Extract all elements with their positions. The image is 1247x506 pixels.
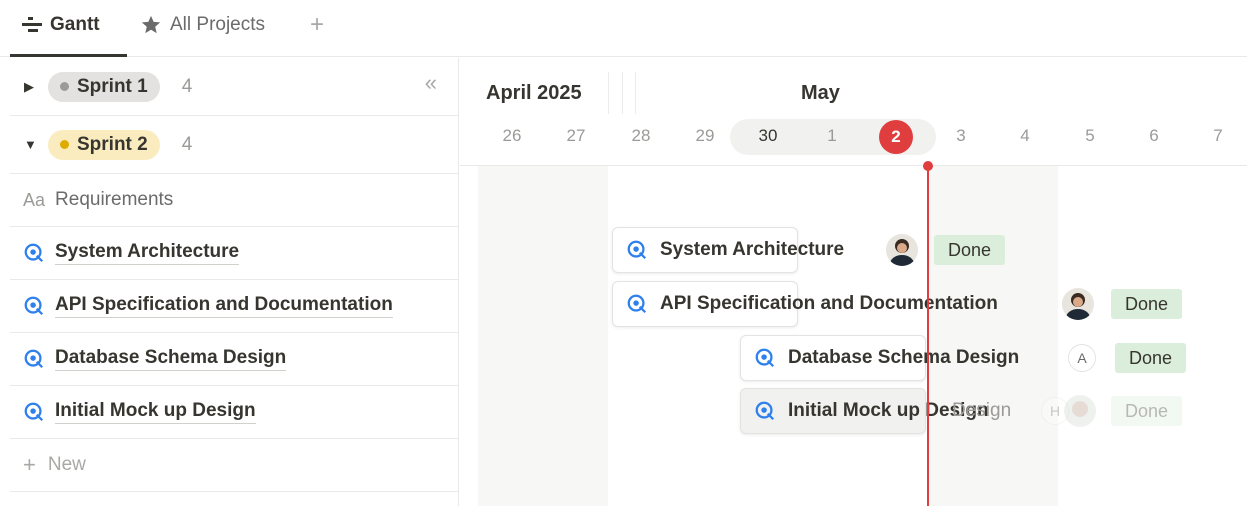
caret-down-icon[interactable]: ▼ [24,137,38,152]
month-label: April 2025 [486,82,582,104]
day-label: 27 [566,126,586,145]
column-header-requirements[interactable]: Aa Requirements [10,174,459,227]
status-badge: Done [1115,343,1187,373]
scroll-handle[interactable] [608,72,636,114]
group-pill: Sprint 2 [48,129,160,160]
gantt-bar-label: Database Schema Design [754,335,1019,381]
avatar[interactable]: A [1068,344,1096,372]
day-label: 6 [1149,126,1159,145]
weekend-shade [478,166,608,506]
day-label: 30 [758,126,778,145]
tab-all-projects[interactable]: All Projects [140,10,265,40]
day-label: 29 [695,126,715,145]
avatar [1064,395,1096,427]
today-line [927,166,929,506]
task-sync-icon [23,242,45,264]
status-dot-icon [60,82,69,91]
day-label: 4 [1020,126,1030,145]
plus-icon: + [23,452,36,477]
tab-gantt[interactable]: Gantt [22,10,100,40]
day-label: 5 [1085,126,1095,145]
group-sprint-2[interactable]: ▼ Sprint 2 4 [10,116,459,174]
day-label: 1 [827,126,837,145]
task-sync-icon [23,401,45,423]
day-label: 7 [1213,126,1223,145]
active-tab-indicator [10,54,127,57]
gantt-bar-title: API Specification and Documentation [660,293,998,314]
task-sync-icon [626,239,648,261]
gantt-icon [22,16,42,34]
task-sync-icon [754,400,776,422]
month-label: May [801,82,840,104]
new-row-label: New [47,454,86,475]
day-label: 3 [956,126,966,145]
status-badge: Done [934,235,1006,265]
task-sync-icon [23,348,45,370]
drag-ghost-label: Design [952,400,1012,421]
gantt-bar-label: System Architecture [626,227,844,273]
group-pill: Sprint 1 [48,71,160,102]
status-badge: Done [1111,289,1183,319]
tab-gantt-label: Gantt [50,14,100,35]
group-label: Sprint 1 [77,75,148,97]
new-row-button[interactable]: + New [10,439,459,492]
star-icon [140,14,162,36]
table-row[interactable]: Database Schema Design [10,333,459,386]
gantt-bar-title: Database Schema Design [788,347,1020,368]
table-panel: ▶ Sprint 1 4 « ▼ Sprint 2 4 Aa Requireme… [0,58,459,506]
table-row[interactable]: Initial Mock up Design [10,386,459,439]
table-row[interactable]: System Architecture [10,227,459,280]
avatar[interactable] [1062,288,1094,320]
gantt-bar-label: API Specification and Documentation [626,281,998,327]
task-sync-icon [626,293,648,315]
day-label: 28 [631,126,651,145]
status-badge: Done [1111,396,1183,426]
column-header-label: Requirements [55,189,174,210]
timeline-header: April 2025 May 26 27 28 29 30 1 2 3 4 5 … [460,58,1247,166]
task-title-link[interactable]: Initial Mock up Design [55,400,256,424]
today-marker: 2 [879,120,913,154]
add-view-button[interactable]: + [310,10,324,40]
text-property-icon: Aa [23,189,46,210]
task-title-link[interactable]: API Specification and Documentation [55,294,393,318]
gantt-timeline: April 2025 May 26 27 28 29 30 1 2 3 4 5 … [460,58,1247,506]
task-sync-icon [754,347,776,369]
gantt-bar-title: System Architecture [660,239,845,260]
day-label: 26 [502,126,522,145]
caret-right-icon[interactable]: ▶ [24,79,38,95]
task-sync-icon [23,295,45,317]
tab-all-projects-label: All Projects [170,14,266,35]
table-row[interactable]: API Specification and Documentation [10,280,459,333]
task-title-link[interactable]: Database Schema Design [55,347,287,371]
view-tabbar: Gantt All Projects + [0,0,1247,57]
group-count: 4 [181,75,193,97]
today-line-dot [923,161,933,171]
group-count: 4 [181,133,193,155]
group-sprint-1[interactable]: ▶ Sprint 1 4 « [10,58,459,116]
collapse-panel-icon[interactable]: « [425,70,437,96]
avatar[interactable] [886,234,918,266]
task-title-link[interactable]: System Architecture [55,241,240,265]
status-dot-icon [60,140,69,149]
group-label: Sprint 2 [77,133,148,155]
